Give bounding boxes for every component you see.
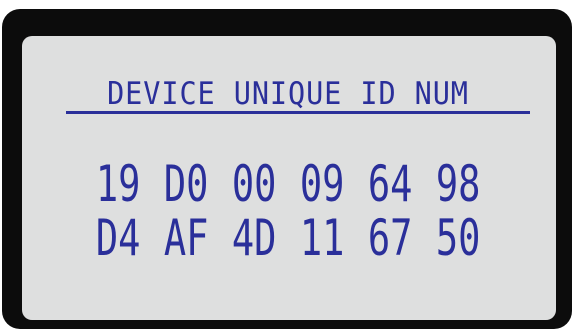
- lcd-bezel: DEVICE UNIQUE ID NUM 19 D0 00 09 64 98 D…: [2, 9, 572, 329]
- id-row-1: 19 D0 00 09 64 98: [88, 158, 488, 210]
- id-byte: 98: [435, 155, 481, 213]
- id-byte: 50: [435, 209, 481, 267]
- id-byte: D0: [163, 155, 209, 213]
- id-byte: 11: [299, 209, 345, 267]
- lcd-screen: DEVICE UNIQUE ID NUM 19 D0 00 09 64 98 D…: [22, 36, 556, 320]
- id-byte: 00: [231, 155, 277, 213]
- id-byte: 4D: [231, 209, 277, 267]
- id-byte: 64: [367, 155, 413, 213]
- id-byte: D4: [95, 209, 141, 267]
- id-byte: 09: [299, 155, 345, 213]
- id-byte: 67: [367, 209, 413, 267]
- id-byte: AF: [163, 209, 209, 267]
- title-underline: [66, 111, 530, 114]
- screen-title: DEVICE UNIQUE ID NUM: [107, 76, 469, 112]
- id-row-2: D4 AF 4D 11 67 50: [88, 212, 488, 264]
- id-byte: 19: [95, 155, 141, 213]
